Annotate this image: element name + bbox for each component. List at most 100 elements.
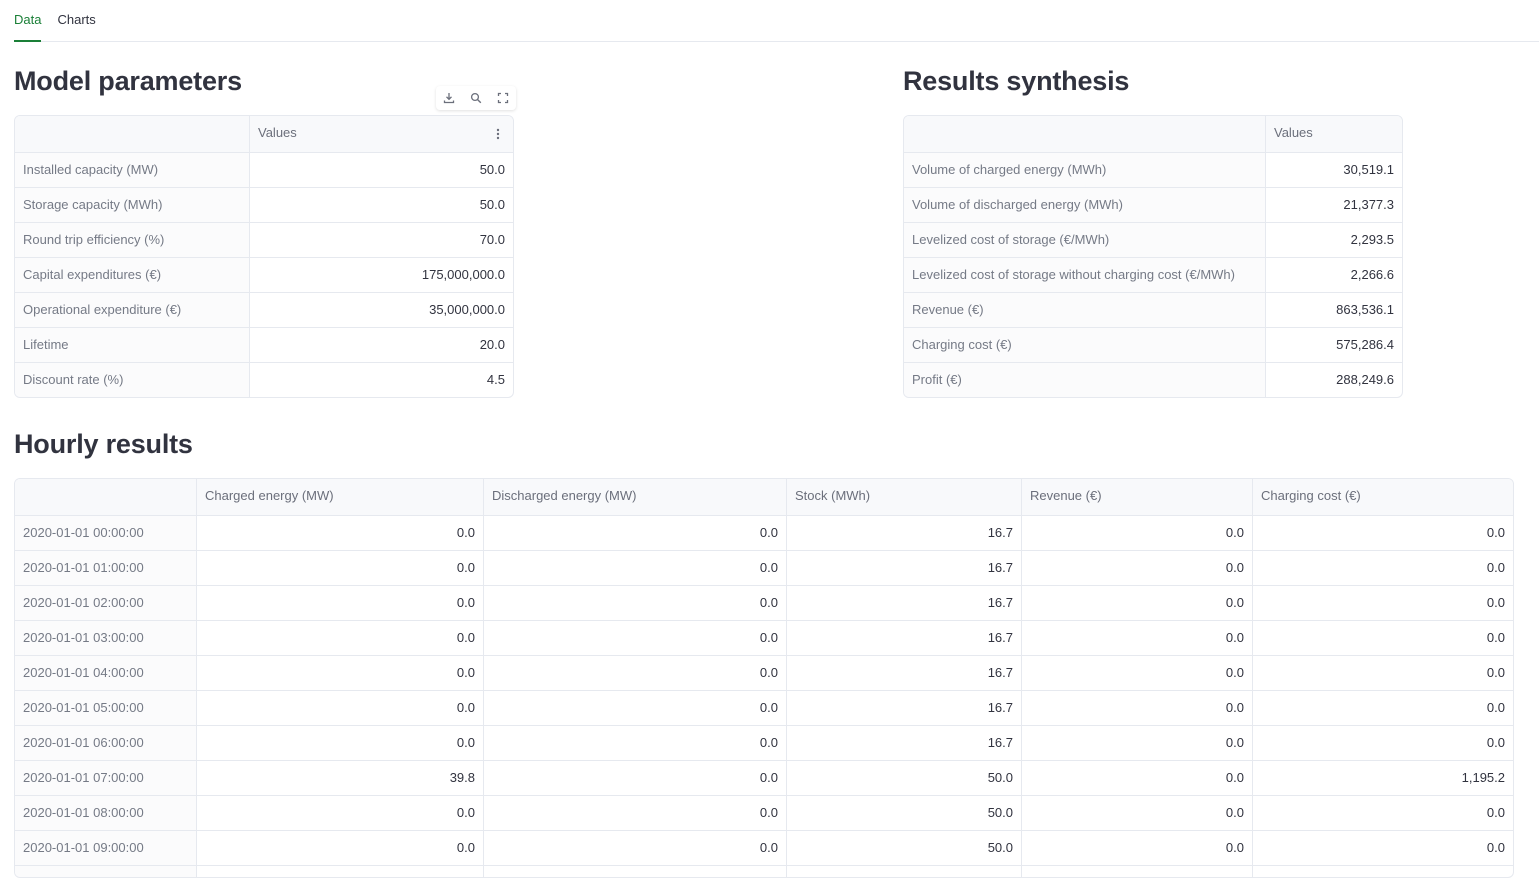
row-value[interactable]: 2,266.6 — [1265, 258, 1402, 292]
table-cell[interactable]: 0.0 — [196, 516, 483, 550]
table-row[interactable]: Operational expenditure (€) 35,000,000.0 — [15, 292, 513, 327]
table-cell[interactable]: 0.0 — [1021, 656, 1252, 690]
table-row[interactable]: 2020-01-01 08:00:00 0.0 0.0 50.0 0.0 0.0 — [15, 795, 1513, 830]
discharged-energy-header[interactable]: Discharged energy (MW) — [483, 479, 786, 515]
table-row[interactable]: 2020-01-01 09:00:00 0.0 0.0 50.0 0.0 0.0 — [15, 830, 1513, 865]
table-cell[interactable]: 16.7 — [786, 726, 1021, 760]
table-row[interactable] — [15, 865, 1513, 877]
values-column-header[interactable]: Values — [1265, 116, 1402, 152]
table-cell[interactable]: 0.0 — [1252, 796, 1513, 830]
table-cell[interactable]: 50.0 — [786, 831, 1021, 865]
row-value[interactable]: 21,377.3 — [1265, 188, 1402, 222]
row-value[interactable]: 175,000,000.0 — [249, 258, 513, 292]
table-row[interactable]: Volume of charged energy (MWh) 30,519.1 — [904, 152, 1402, 187]
charged-energy-header[interactable]: Charged energy (MW) — [196, 479, 483, 515]
model-parameters-table[interactable]: Values Installed capacity (MW) 50.0 Storag… — [14, 115, 514, 398]
row-value[interactable]: 50.0 — [249, 188, 513, 222]
table-cell[interactable]: 0.0 — [1021, 551, 1252, 585]
table-cell[interactable]: 0.0 — [483, 831, 786, 865]
table-row[interactable]: Levelized cost of storage (€/MWh) 2,293.5 — [904, 222, 1402, 257]
table-cell[interactable]: 16.7 — [786, 656, 1021, 690]
table-cell[interactable]: 0.0 — [1252, 726, 1513, 760]
table-cell[interactable]: 16.7 — [786, 621, 1021, 655]
table-cell[interactable]: 0.0 — [1021, 796, 1252, 830]
table-cell[interactable]: 0.0 — [1252, 831, 1513, 865]
table-cell[interactable]: 50.0 — [786, 796, 1021, 830]
table-row[interactable]: Capital expenditures (€) 175,000,000.0 — [15, 257, 513, 292]
table-cell[interactable]: 50.0 — [786, 761, 1021, 795]
table-cell[interactable]: 1,195.2 — [1252, 761, 1513, 795]
table-row[interactable]: 2020-01-01 04:00:00 0.0 0.0 16.7 0.0 0.0 — [15, 655, 1513, 690]
table-row[interactable]: Round trip efficiency (%) 70.0 — [15, 222, 513, 257]
hourly-results-table[interactable]: Charged energy (MW) Discharged energy (MW… — [14, 478, 1514, 878]
table-row[interactable]: Profit (€) 288,249.6 — [904, 362, 1402, 397]
table-cell[interactable] — [1021, 866, 1252, 877]
table-cell[interactable]: 0.0 — [1252, 621, 1513, 655]
table-cell[interactable]: 0.0 — [1252, 586, 1513, 620]
table-cell[interactable]: 0.0 — [1021, 726, 1252, 760]
table-cell[interactable]: 0.0 — [1021, 586, 1252, 620]
table-row[interactable]: Revenue (€) 863,536.1 — [904, 292, 1402, 327]
table-row[interactable]: Installed capacity (MW) 50.0 — [15, 152, 513, 187]
values-column-header[interactable]: Values — [249, 116, 513, 152]
charging-cost-header[interactable]: Charging cost (€) — [1252, 479, 1513, 515]
table-cell[interactable]: 0.0 — [1021, 691, 1252, 725]
table-cell[interactable]: 0.0 — [483, 691, 786, 725]
table-cell[interactable]: 0.0 — [196, 831, 483, 865]
table-cell[interactable]: 0.0 — [196, 586, 483, 620]
row-value[interactable]: 288,249.6 — [1265, 363, 1402, 397]
table-cell[interactable]: 16.7 — [786, 516, 1021, 550]
table-row[interactable]: 2020-01-01 05:00:00 0.0 0.0 16.7 0.0 0.0 — [15, 690, 1513, 725]
table-cell[interactable]: 0.0 — [483, 761, 786, 795]
table-cell[interactable]: 0.0 — [1252, 691, 1513, 725]
table-cell[interactable]: 0.0 — [483, 656, 786, 690]
table-cell[interactable] — [1252, 866, 1513, 877]
revenue-header[interactable]: Revenue (€) — [1021, 479, 1252, 515]
search-icon[interactable] — [467, 89, 485, 107]
tab-data[interactable]: Data — [14, 0, 42, 42]
table-row[interactable]: Volume of discharged energy (MWh) 21,377.… — [904, 187, 1402, 222]
tab-charts[interactable]: Charts — [57, 0, 95, 42]
stock-header[interactable]: Stock (MWh) — [786, 479, 1021, 515]
table-cell[interactable]: 0.0 — [196, 726, 483, 760]
table-cell[interactable]: 0.0 — [483, 551, 786, 585]
row-value[interactable]: 30,519.1 — [1265, 153, 1402, 187]
table-cell[interactable]: 0.0 — [1252, 516, 1513, 550]
table-cell[interactable]: 0.0 — [1252, 551, 1513, 585]
row-value[interactable]: 20.0 — [249, 328, 513, 362]
table-row[interactable]: 2020-01-01 03:00:00 0.0 0.0 16.7 0.0 0.0 — [15, 620, 1513, 655]
table-cell[interactable]: 16.7 — [786, 586, 1021, 620]
row-value[interactable]: 863,536.1 — [1265, 293, 1402, 327]
table-row[interactable]: 2020-01-01 02:00:00 0.0 0.0 16.7 0.0 0.0 — [15, 585, 1513, 620]
table-cell[interactable]: 0.0 — [196, 796, 483, 830]
table-row[interactable]: Storage capacity (MWh) 50.0 — [15, 187, 513, 222]
table-cell[interactable]: 0.0 — [483, 796, 786, 830]
row-value[interactable]: 575,286.4 — [1265, 328, 1402, 362]
table-row[interactable]: Discount rate (%) 4.5 — [15, 362, 513, 397]
download-icon[interactable] — [440, 89, 458, 107]
table-cell[interactable]: 0.0 — [1021, 761, 1252, 795]
table-cell[interactable] — [196, 866, 483, 877]
table-cell[interactable]: 0.0 — [483, 726, 786, 760]
table-cell[interactable]: 16.7 — [786, 551, 1021, 585]
table-cell[interactable]: 0.0 — [483, 586, 786, 620]
row-value[interactable]: 50.0 — [249, 153, 513, 187]
table-cell[interactable]: 0.0 — [196, 551, 483, 585]
table-row[interactable]: 2020-01-01 01:00:00 0.0 0.0 16.7 0.0 0.0 — [15, 550, 1513, 585]
table-cell[interactable]: 0.0 — [1252, 656, 1513, 690]
table-row[interactable]: 2020-01-01 00:00:00 0.0 0.0 16.7 0.0 0.0 — [15, 515, 1513, 550]
table-cell[interactable] — [786, 866, 1021, 877]
table-row[interactable]: Levelized cost of storage without chargi… — [904, 257, 1402, 292]
row-value[interactable]: 35,000,000.0 — [249, 293, 513, 327]
table-cell[interactable]: 0.0 — [196, 691, 483, 725]
row-value[interactable]: 70.0 — [249, 223, 513, 257]
table-cell[interactable]: 0.0 — [1021, 831, 1252, 865]
table-row[interactable]: Lifetime 20.0 — [15, 327, 513, 362]
results-synthesis-table[interactable]: Values Volume of charged energy (MWh) 30,… — [903, 115, 1403, 398]
table-cell[interactable]: 0.0 — [196, 656, 483, 690]
table-cell[interactable]: 16.7 — [786, 691, 1021, 725]
row-value[interactable]: 2,293.5 — [1265, 223, 1402, 257]
table-cell[interactable]: 0.0 — [1021, 621, 1252, 655]
table-cell[interactable]: 0.0 — [483, 621, 786, 655]
table-row[interactable]: Charging cost (€) 575,286.4 — [904, 327, 1402, 362]
